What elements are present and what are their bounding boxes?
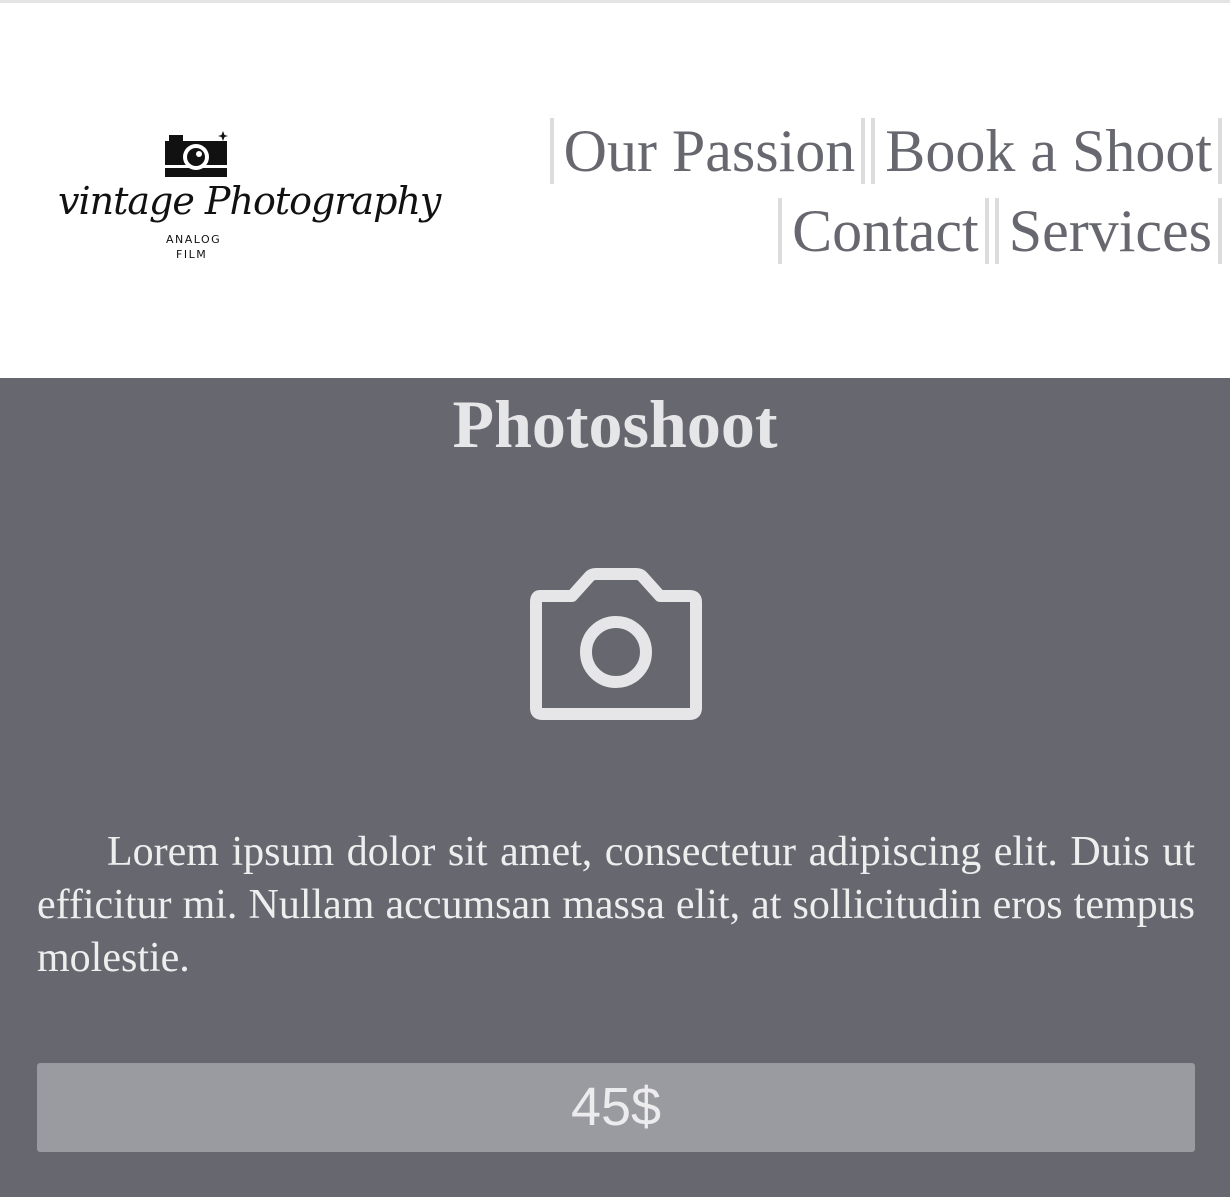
logo-camera-icon	[165, 131, 228, 177]
site-header: vintage Photography ANALOG FILM Our Pass…	[0, 3, 1230, 378]
service-card: Photoshoot Lorem ipsum dolor sit amet, c…	[0, 378, 1230, 1197]
service-title: Photoshoot	[452, 386, 778, 462]
logo-script-text: vintage Photography	[58, 179, 441, 223]
main-nav: Our Passion Book a Shoot Contact Service…	[502, 111, 1222, 271]
brand-logo[interactable]: vintage Photography ANALOG FILM	[58, 131, 441, 266]
nav-row-1: Our Passion Book a Shoot	[502, 111, 1222, 191]
nav-link-book-a-shoot[interactable]: Book a Shoot	[871, 118, 1222, 184]
nav-link-contact[interactable]: Contact	[778, 198, 989, 264]
service-description: Lorem ipsum dolor sit amet, consectetur …	[37, 829, 1195, 981]
price-button[interactable]: 45$	[37, 1063, 1195, 1152]
logo-subtext-analog: ANALOG	[166, 233, 222, 246]
nav-link-services[interactable]: Services	[994, 198, 1222, 264]
nav-link-our-passion[interactable]: Our Passion	[549, 118, 866, 184]
logo-subtext-film: FILM	[176, 248, 208, 261]
camera-icon	[530, 568, 702, 720]
nav-row-2: Contact Services	[502, 191, 1222, 271]
